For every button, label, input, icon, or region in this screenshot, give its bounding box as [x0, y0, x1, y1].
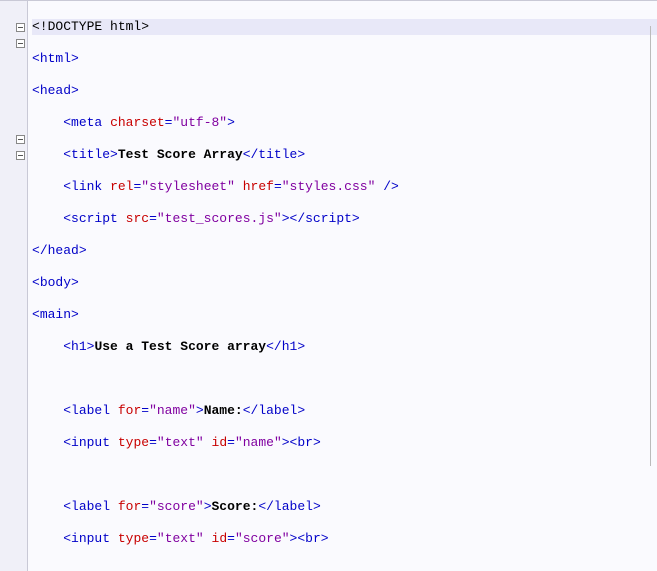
- code-area[interactable]: <!DOCTYPE html> <html> <head> <meta char…: [28, 1, 657, 571]
- fold-toggle-body[interactable]: [16, 135, 25, 144]
- code-line: <script src="test_scores.js"></script>: [32, 211, 657, 227]
- code-line: [32, 467, 657, 483]
- code-line: <link rel="stylesheet" href="styles.css"…: [32, 179, 657, 195]
- fold-toggle-head[interactable]: [16, 39, 25, 48]
- code-line: <!DOCTYPE html>: [32, 19, 657, 35]
- code-line: <input type="text" id="name"><br>: [32, 435, 657, 451]
- code-line: <main>: [32, 307, 657, 323]
- code-line: <title>Test Score Array</title>: [32, 147, 657, 163]
- code-line: [32, 563, 657, 571]
- code-line: <h1>Use a Test Score array</h1>: [32, 339, 657, 355]
- fold-toggle-main[interactable]: [16, 151, 25, 160]
- code-line: <label for="score">Score:</label>: [32, 499, 657, 515]
- code-line: <label for="name">Name:</label>: [32, 403, 657, 419]
- code-line: <head>: [32, 83, 657, 99]
- code-line: [32, 371, 657, 387]
- fold-toggle-html[interactable]: [16, 23, 25, 32]
- code-line: <meta charset="utf-8">: [32, 115, 657, 131]
- code-line: <input type="text" id="score"><br>: [32, 531, 657, 547]
- code-line: <html>: [32, 51, 657, 67]
- code-line: </head>: [32, 243, 657, 259]
- fold-gutter: [0, 1, 28, 571]
- code-line: <body>: [32, 275, 657, 291]
- code-editor: <!DOCTYPE html> <html> <head> <meta char…: [0, 0, 657, 571]
